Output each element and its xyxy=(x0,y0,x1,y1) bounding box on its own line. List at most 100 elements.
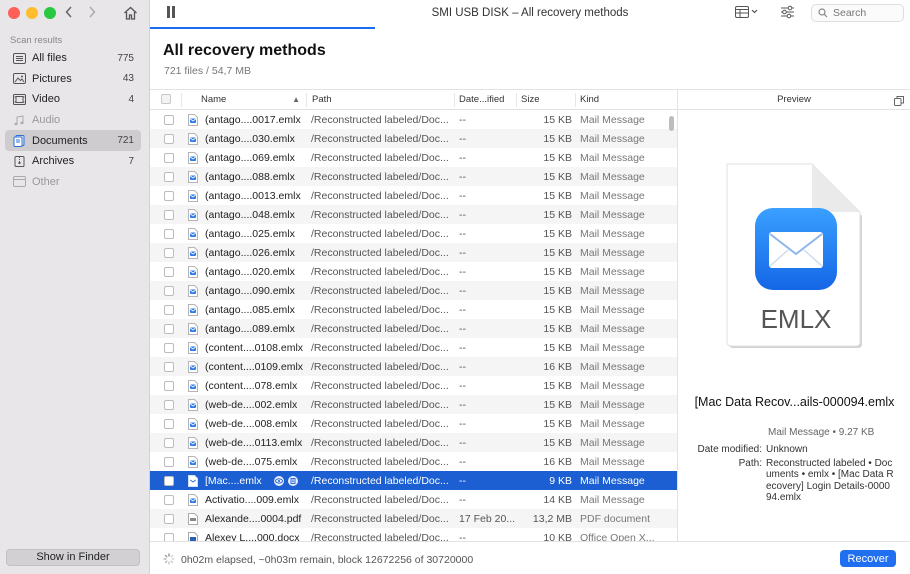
preview-eye-icon[interactable] xyxy=(273,475,284,486)
sidebar-item-all-files[interactable]: All files 775 xyxy=(5,48,141,69)
table-row[interactable]: (antago....069.emlx/Reconstructed labele… xyxy=(150,148,677,167)
column-header-kind[interactable]: Kind xyxy=(576,93,677,107)
column-header-date[interactable]: Date...ified xyxy=(455,92,517,107)
table-row[interactable]: Alexey L....000.docx/Reconstructed label… xyxy=(150,528,677,541)
sidebar-item-other[interactable]: Other xyxy=(5,172,141,193)
copy-icon[interactable] xyxy=(894,94,904,113)
sidebar-item-pictures[interactable]: Pictures 43 xyxy=(5,69,141,90)
row-checkbox[interactable] xyxy=(164,380,174,391)
row-checkbox[interactable] xyxy=(164,532,174,541)
row-checkbox-cell[interactable] xyxy=(150,285,182,296)
back-button[interactable] xyxy=(65,5,73,22)
forward-button[interactable] xyxy=(88,5,96,22)
row-checkbox[interactable] xyxy=(164,190,174,201)
row-checkbox-cell[interactable] xyxy=(150,171,182,182)
sidebar-item-audio[interactable]: Audio xyxy=(5,110,141,131)
meta-row-path: Path: Reconstructed labeled • Documents … xyxy=(738,457,894,504)
row-checkbox-cell[interactable] xyxy=(150,133,182,144)
row-checkbox-cell[interactable] xyxy=(150,361,182,372)
table-row[interactable]: (antago....0013.emlx/Reconstructed label… xyxy=(150,186,677,205)
recover-button[interactable]: Recover xyxy=(840,550,896,567)
row-checkbox[interactable] xyxy=(164,456,174,467)
sidebar-item-archives[interactable]: Archives 7 xyxy=(5,151,141,172)
table-row[interactable]: (antago....090.emlx/Reconstructed labele… xyxy=(150,281,677,300)
row-checkbox-cell[interactable] xyxy=(150,266,182,277)
table-scrollbar[interactable] xyxy=(669,116,674,131)
table-row[interactable]: (antago....085.emlx/Reconstructed labele… xyxy=(150,300,677,319)
row-checkbox[interactable] xyxy=(164,209,174,220)
sidebar-item-documents[interactable]: Documents 721 xyxy=(5,130,141,151)
row-checkbox[interactable] xyxy=(164,437,174,448)
table-row[interactable]: (antago....048.emlx/Reconstructed labele… xyxy=(150,205,677,224)
row-checkbox-cell[interactable] xyxy=(150,475,182,486)
row-checkbox-cell[interactable] xyxy=(150,456,182,467)
select-all-cell[interactable] xyxy=(150,92,182,107)
row-checkbox-cell[interactable] xyxy=(150,190,182,201)
table-row[interactable]: (antago....030.emlx/Reconstructed labele… xyxy=(150,129,677,148)
row-checkbox-cell[interactable] xyxy=(150,380,182,391)
row-checkbox-cell[interactable] xyxy=(150,247,182,258)
row-checkbox-cell[interactable] xyxy=(150,152,182,163)
column-header-size[interactable]: Size xyxy=(517,92,576,107)
table-row[interactable]: (web-de....002.emlx/Reconstructed labele… xyxy=(150,395,677,414)
row-checkbox-cell[interactable] xyxy=(150,228,182,239)
filter-settings-button[interactable] xyxy=(780,5,795,22)
row-checkbox[interactable] xyxy=(164,323,174,334)
table-row[interactable]: (antago....026.emlx/Reconstructed labele… xyxy=(150,243,677,262)
row-checkbox[interactable] xyxy=(164,361,174,372)
row-checkbox-cell[interactable] xyxy=(150,532,182,541)
table-row[interactable]: (antago....089.emlx/Reconstructed labele… xyxy=(150,319,677,338)
view-options-button[interactable] xyxy=(735,6,759,21)
row-checkbox[interactable] xyxy=(164,247,174,258)
sidebar-item-video[interactable]: Video 4 xyxy=(5,89,141,110)
row-checkbox-cell[interactable] xyxy=(150,418,182,429)
search-field[interactable] xyxy=(811,4,904,22)
row-checkbox[interactable] xyxy=(164,475,174,486)
row-checkbox[interactable] xyxy=(164,266,174,277)
home-icon[interactable] xyxy=(123,6,138,23)
row-checkbox[interactable] xyxy=(164,152,174,163)
row-checkbox[interactable] xyxy=(164,133,174,144)
row-checkbox-cell[interactable] xyxy=(150,114,182,125)
table-row[interactable]: (antago....088.emlx/Reconstructed labele… xyxy=(150,167,677,186)
table-row[interactable]: (content....0108.emlx/Reconstructed labe… xyxy=(150,338,677,357)
show-in-finder-button[interactable]: Show in Finder xyxy=(6,549,140,566)
close-window-button[interactable] xyxy=(8,7,20,19)
row-checkbox[interactable] xyxy=(164,228,174,239)
zoom-window-button[interactable] xyxy=(44,7,56,19)
table-row[interactable]: Activatio....009.emlx/Reconstructed labe… xyxy=(150,490,677,509)
row-checkbox[interactable] xyxy=(164,342,174,353)
row-checkbox-cell[interactable] xyxy=(150,494,182,505)
table-row[interactable]: (content....0109.emlx/Reconstructed labe… xyxy=(150,357,677,376)
row-checkbox[interactable] xyxy=(164,171,174,182)
row-checkbox[interactable] xyxy=(164,304,174,315)
row-checkbox-cell[interactable] xyxy=(150,209,182,220)
select-all-checkbox[interactable] xyxy=(161,93,171,104)
info-icon[interactable] xyxy=(287,475,298,486)
column-header-path[interactable]: Path xyxy=(307,92,455,107)
minimize-window-button[interactable] xyxy=(26,7,38,19)
row-checkbox[interactable] xyxy=(164,399,174,410)
row-checkbox-cell[interactable] xyxy=(150,323,182,334)
table-row[interactable]: (antago....025.emlx/Reconstructed labele… xyxy=(150,224,677,243)
row-checkbox[interactable] xyxy=(164,285,174,296)
row-checkbox-cell[interactable] xyxy=(150,399,182,410)
row-checkbox[interactable] xyxy=(164,494,174,505)
table-row[interactable]: (antago....0017.emlx/Reconstructed label… xyxy=(150,110,677,129)
row-checkbox-cell[interactable] xyxy=(150,304,182,315)
table-row[interactable]: (web-de....0113.emlx/Reconstructed label… xyxy=(150,433,677,452)
table-row[interactable]: [Mac....emlx/Reconstructed labeled/Doc..… xyxy=(150,471,677,490)
table-row[interactable]: (antago....020.emlx/Reconstructed labele… xyxy=(150,262,677,281)
table-row[interactable]: (content....078.emlx/Reconstructed label… xyxy=(150,376,677,395)
row-checkbox[interactable] xyxy=(164,418,174,429)
table-row[interactable]: (web-de....075.emlx/Reconstructed labele… xyxy=(150,452,677,471)
row-checkbox[interactable] xyxy=(164,513,174,524)
row-checkbox-cell[interactable] xyxy=(150,342,182,353)
search-input[interactable] xyxy=(833,7,903,19)
row-checkbox-cell[interactable] xyxy=(150,437,182,448)
table-row[interactable]: (web-de....008.emlx/Reconstructed labele… xyxy=(150,414,677,433)
row-checkbox-cell[interactable] xyxy=(150,513,182,524)
row-checkbox[interactable] xyxy=(164,114,174,125)
table-row[interactable]: Alexande....0004.pdf/Reconstructed label… xyxy=(150,509,677,528)
column-header-name[interactable]: Name ▲ xyxy=(182,92,307,107)
